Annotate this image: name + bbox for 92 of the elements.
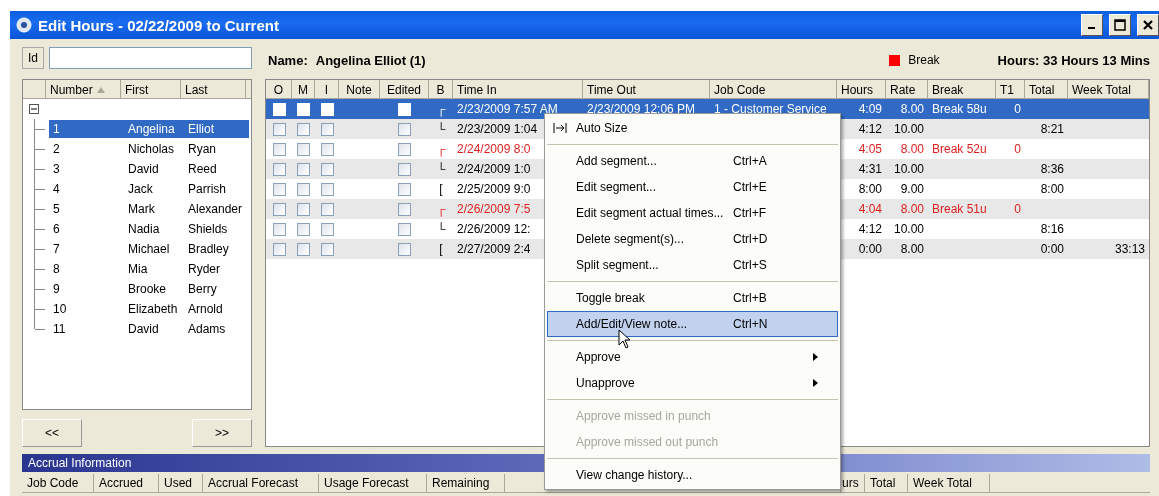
table-cell-text: 33:13 <box>1113 242 1146 256</box>
shortcut-label: Ctrl+S <box>733 258 768 272</box>
last-name: Adams <box>187 322 227 336</box>
break-bracket: └ <box>436 162 446 176</box>
table-cell-text: 10.00 <box>892 122 925 136</box>
employee-number: 3 <box>52 162 61 176</box>
first-name: Jack <box>127 182 154 196</box>
last-name: Bradley <box>187 242 230 256</box>
table-cell-text: 2/25/2009 9:0 <box>456 182 532 196</box>
employee-number: 6 <box>52 222 61 236</box>
last-name: Parrish <box>187 182 227 196</box>
table-cell-text: 2/27/2009 2:4 <box>456 242 532 256</box>
first-name: David <box>127 162 160 176</box>
table-cell-text: 8:16 <box>1039 222 1065 236</box>
last-name: Ryder <box>187 262 221 276</box>
employee-number: 10 <box>52 302 68 316</box>
section-title: Accrual Information <box>28 456 132 470</box>
table-cell-text: 8:36 <box>1039 162 1065 176</box>
first-name: Mia <box>127 262 149 276</box>
table-cell-text: 2/26/2009 12: <box>456 222 532 236</box>
table-cell-text: Break 58u <box>931 102 988 116</box>
shortcut-label: Ctrl+A <box>733 154 768 168</box>
table-cell-text: 8.00 <box>899 242 925 256</box>
table-cell-text: 4:09 <box>857 102 883 116</box>
employee-number: 4 <box>52 182 61 196</box>
table-cell-text: 2/23/2009 12:06 PM <box>586 102 697 116</box>
employee-number: 9 <box>52 282 61 296</box>
table-cell-text: 8.00 <box>899 202 925 216</box>
table-cell-text: Break 51u <box>931 202 988 216</box>
employee-number: 7 <box>52 242 61 256</box>
table-cell-text: 2/24/2009 8:0 <box>456 142 532 156</box>
table-cell-text: 10.00 <box>892 222 925 236</box>
first-name: Nicholas <box>127 142 176 156</box>
shortcut-label: Ctrl+B <box>733 291 768 305</box>
table-cell-text: 0:00 <box>857 242 883 256</box>
last-name: Shields <box>187 222 229 236</box>
table-cell-text: 9.00 <box>899 182 925 196</box>
table-cell-text: 2/23/2009 1:04 <box>456 122 539 136</box>
last-name: Arnold <box>187 302 224 316</box>
last-name: Alexander <box>187 202 244 216</box>
table-cell-text: 0 <box>1013 142 1022 156</box>
table-cell-text: 1 - Customer Service <box>713 102 828 116</box>
first-name: Mark <box>127 202 156 216</box>
first-name: Elizabeth <box>127 302 179 316</box>
break-bracket: ┌ <box>436 142 446 156</box>
shortcut-label: Ctrl+F <box>733 206 767 220</box>
last-name: Ryan <box>187 142 217 156</box>
break-bracket: ┌ <box>436 102 446 116</box>
table-cell-text: Break 52u <box>931 142 988 156</box>
table-cell-text: 4:31 <box>857 162 883 176</box>
first-name: David <box>127 322 160 336</box>
table-cell-text: 10.00 <box>892 162 925 176</box>
employee-number: 8 <box>52 262 61 276</box>
employee-name: Angelina Elliot (1) <box>315 52 426 68</box>
table-cell-text: 8:00 <box>857 182 883 196</box>
employee-number: 11 <box>52 322 67 336</box>
table-cell-text: 2/26/2009 7:5 <box>456 202 532 216</box>
table-cell-text: 2/23/2009 7:57 AM <box>456 102 559 116</box>
window-title: Edit Hours - 02/22/2009 to Current <box>38 16 280 34</box>
first-name: Angelina <box>127 122 176 136</box>
table-cell-text: 0 <box>1013 202 1022 216</box>
employee-number: 5 <box>52 202 61 216</box>
employee-number: 1 <box>52 122 61 136</box>
table-cell-text: 4:12 <box>857 122 883 136</box>
break-bracket: [ <box>439 242 443 256</box>
last-name: Berry <box>187 282 218 296</box>
table-cell-text: 8.00 <box>899 142 925 156</box>
table-cell-text: 4:12 <box>857 222 883 236</box>
first-name: Nadia <box>127 222 161 236</box>
name-label: Name: <box>268 52 308 68</box>
table-cell-text: 8:21 <box>1039 122 1065 136</box>
table-cell-text: 0 <box>1013 102 1022 116</box>
first-name: Michael <box>127 242 171 256</box>
last-name: Reed <box>187 162 218 176</box>
first-name: Brooke <box>127 282 168 296</box>
table-cell-text: 8:00 <box>1039 182 1065 196</box>
shortcut-label: Ctrl+N <box>733 317 769 331</box>
last-name: Elliot <box>187 122 215 136</box>
break-bracket: └ <box>436 122 446 136</box>
break-bracket: ┌ <box>436 202 446 216</box>
shortcut-label: Ctrl+E <box>733 180 768 194</box>
break-bracket: [ <box>439 182 443 196</box>
legend-label: Break <box>908 53 940 67</box>
table-cell-text: 2/24/2009 1:0 <box>456 162 532 176</box>
table-cell-text: 4:05 <box>857 142 883 156</box>
table-cell-text: 0:00 <box>1039 242 1065 256</box>
shortcut-label: Ctrl+D <box>733 232 769 246</box>
table-cell-text: 8.00 <box>899 102 925 116</box>
employee-number: 2 <box>52 142 61 156</box>
break-bracket: └ <box>436 222 446 236</box>
table-cell-text: 4:04 <box>857 202 883 216</box>
hours-summary: Hours: 33 Hours 13 Mins <box>997 52 1150 68</box>
